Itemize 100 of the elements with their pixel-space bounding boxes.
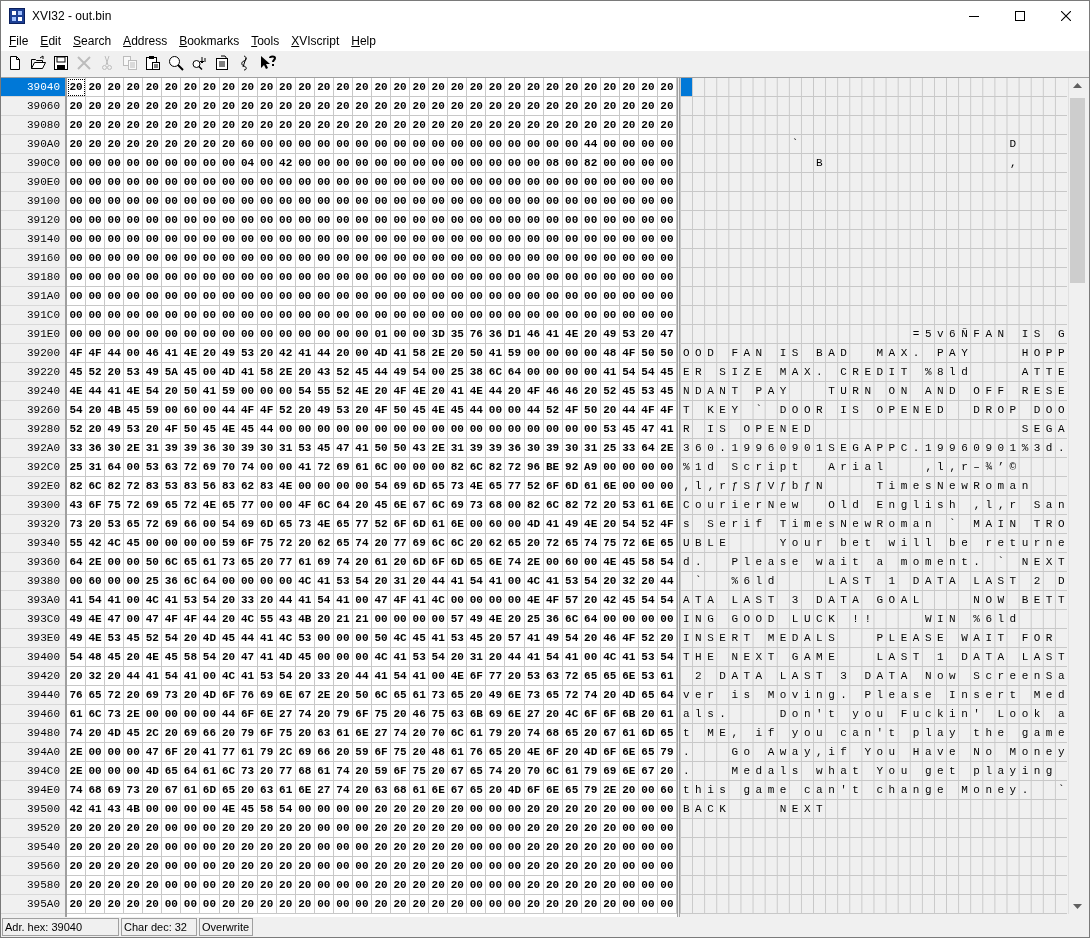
hex-cell[interactable]: 00 [562, 211, 582, 230]
hex-cell[interactable]: 00 [372, 135, 392, 154]
hex-cell[interactable]: 82 [67, 477, 87, 496]
hex-cell[interactable]: 00 [162, 876, 182, 895]
hex-cell[interactable]: 77 [238, 496, 258, 515]
hex-cell[interactable]: 54 [162, 629, 182, 648]
hex-cell[interactable]: 20 [200, 116, 220, 135]
hex-cell[interactable]: 20 [524, 838, 544, 857]
hex-cell[interactable]: 20 [276, 819, 296, 838]
hex-cell[interactable]: 74 [67, 781, 87, 800]
hex-cell[interactable]: 00 [581, 420, 601, 439]
hex-cell[interactable]: 20 [200, 135, 220, 154]
hex-cell[interactable]: 20 [505, 78, 525, 97]
hex-cell[interactable]: 20 [581, 629, 601, 648]
hex-cell[interactable]: 73 [162, 686, 182, 705]
hex-cell[interactable]: 00 [391, 458, 411, 477]
hex-cell[interactable]: 6D [448, 553, 468, 572]
hex-cell[interactable]: 00 [562, 173, 582, 192]
hex-cell[interactable]: 00 [276, 458, 296, 477]
hex-cell[interactable]: 00 [467, 306, 487, 325]
hex-cell[interactable]: 96 [524, 458, 544, 477]
hex-cell[interactable]: 55 [314, 382, 334, 401]
hex-cell[interactable]: 00 [581, 344, 601, 363]
hex-cell[interactable]: 00 [372, 154, 392, 173]
hex-cell[interactable]: 20 [105, 363, 125, 382]
hex-cell[interactable]: 74 [333, 553, 353, 572]
toolbar-button[interactable] [168, 55, 184, 71]
hex-cell[interactable]: 00 [562, 306, 582, 325]
hex-cell[interactable]: 20 [486, 648, 506, 667]
hex-cell[interactable]: 20 [410, 857, 430, 876]
hex-cell[interactable]: 00 [524, 363, 544, 382]
hex-cell[interactable]: 00 [200, 819, 220, 838]
hex-cell[interactable]: 20 [581, 838, 601, 857]
hex-cell[interactable]: 00 [200, 515, 220, 534]
hex-cell[interactable]: 65 [543, 686, 563, 705]
hex-cell[interactable]: 00 [467, 192, 487, 211]
hex-cell[interactable]: 48 [86, 648, 106, 667]
hex-cell[interactable]: 00 [105, 306, 125, 325]
hex-cell[interactable]: 69 [410, 534, 430, 553]
hex-cell[interactable]: 00 [600, 287, 620, 306]
hex-cell[interactable]: 67 [600, 724, 620, 743]
hex-cell[interactable]: 00 [238, 287, 258, 306]
hex-cell[interactable]: 54 [295, 382, 315, 401]
hex-cell[interactable]: 63 [257, 781, 277, 800]
hex-cell[interactable]: 61 [581, 477, 601, 496]
hex-cell[interactable]: 00 [181, 800, 201, 819]
hex-cell[interactable]: 00 [314, 211, 334, 230]
hex-cell[interactable]: 20 [124, 857, 144, 876]
hex-cell[interactable]: 4D [219, 363, 239, 382]
hex-cell[interactable]: 69 [257, 686, 277, 705]
hex-cell[interactable]: 20 [219, 116, 239, 135]
hex-cell[interactable]: 00 [467, 268, 487, 287]
hex-cell[interactable]: 00 [638, 192, 658, 211]
scroll-down-arrow-icon[interactable] [1072, 904, 1082, 909]
hex-cell[interactable]: 72 [276, 534, 296, 553]
hex-cell[interactable]: 4F [372, 401, 392, 420]
hex-cell[interactable]: 00 [467, 420, 487, 439]
hex-cell[interactable]: 00 [505, 135, 525, 154]
hex-cell[interactable]: 00 [505, 154, 525, 173]
hex-cell[interactable]: 20 [219, 895, 239, 914]
hex-cell[interactable]: 59 [143, 401, 163, 420]
hex-cell[interactable]: 27 [276, 705, 296, 724]
hex-cell[interactable]: 76 [467, 743, 487, 762]
hex-cell[interactable]: 00 [276, 287, 296, 306]
hex-cell[interactable]: 54 [67, 401, 87, 420]
hex-cell[interactable]: 20 [372, 819, 392, 838]
hex-cell[interactable]: 00 [410, 211, 430, 230]
hex-cell[interactable]: 00 [143, 325, 163, 344]
menu-item[interactable]: Edit [34, 31, 68, 51]
hex-cell[interactable]: 00 [638, 610, 658, 629]
hex-cell[interactable]: 00 [67, 268, 87, 287]
hex-cell[interactable]: 6F [257, 724, 277, 743]
hex-cell[interactable]: 6E [391, 496, 411, 515]
hex-cell[interactable]: 20 [86, 401, 106, 420]
hex-cell[interactable]: 20 [181, 686, 201, 705]
hex-cell[interactable]: 00 [200, 249, 220, 268]
hex-cell[interactable]: 77 [486, 667, 506, 686]
hex-cell[interactable]: 00 [638, 249, 658, 268]
hex-cell[interactable]: 00 [352, 876, 372, 895]
hex-cell[interactable]: 64 [200, 572, 220, 591]
hex-cell[interactable]: 66 [181, 515, 201, 534]
hex-cell[interactable]: 82 [105, 477, 125, 496]
hex-cell[interactable]: 00 [314, 477, 334, 496]
hex-cell[interactable]: 00 [543, 268, 563, 287]
hex-cell[interactable]: 20 [600, 572, 620, 591]
hex-cell[interactable]: 66 [200, 724, 220, 743]
hex-cell[interactable]: 00 [562, 344, 582, 363]
hex-cell[interactable]: 00 [295, 306, 315, 325]
hex-cell[interactable]: 20 [600, 515, 620, 534]
hex-cell[interactable]: 41 [105, 382, 125, 401]
hex-cell[interactable]: 4D [105, 724, 125, 743]
hex-cell[interactable]: 00 [524, 268, 544, 287]
hex-cell[interactable]: 00 [67, 306, 87, 325]
hex-cell[interactable]: 20 [238, 876, 258, 895]
hex-cell[interactable]: 00 [181, 325, 201, 344]
hex-cell[interactable]: 20 [86, 97, 106, 116]
hex-cell[interactable]: 00 [295, 211, 315, 230]
hex-cell[interactable]: 79 [257, 743, 277, 762]
hex-cell[interactable]: 00 [429, 154, 449, 173]
hex-cell[interactable]: 00 [276, 135, 296, 154]
